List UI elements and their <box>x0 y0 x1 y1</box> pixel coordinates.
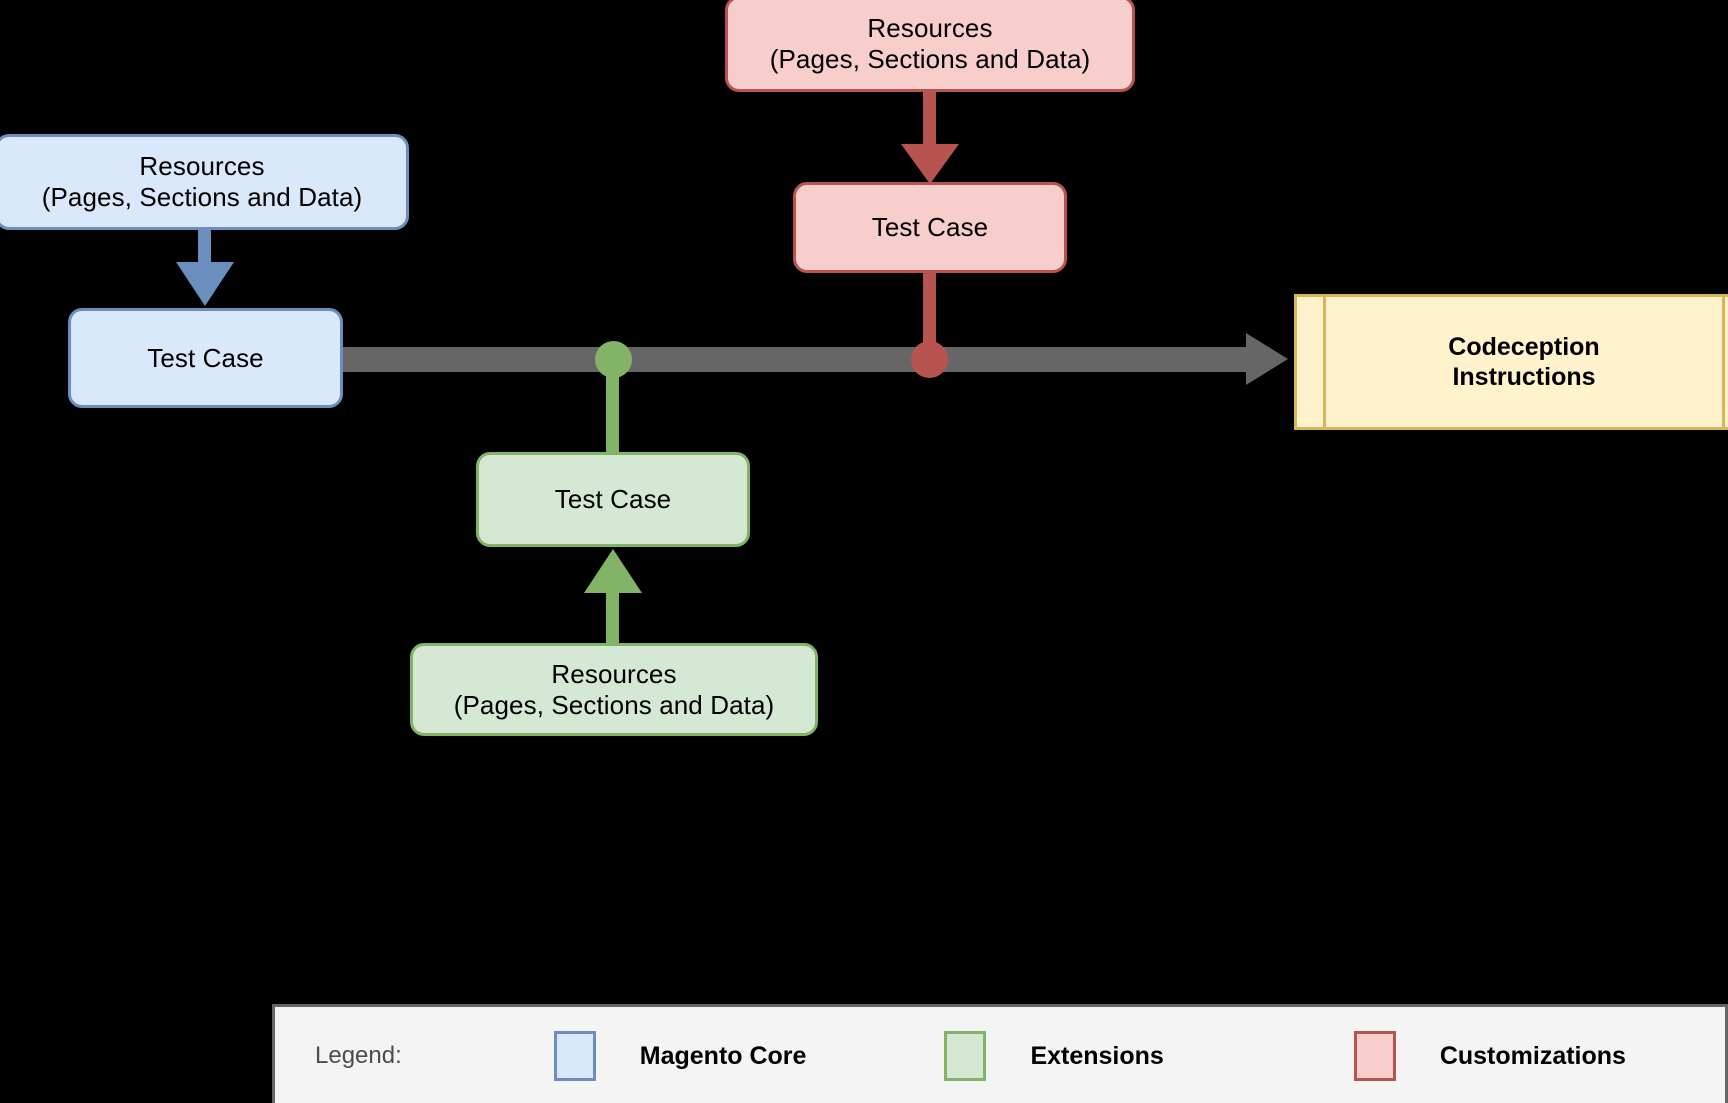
legend-label-magento-core: Magento Core <box>639 1041 807 1070</box>
arrowhead-custom-down <box>901 144 959 184</box>
legend-label-customizations: Customizations <box>1439 1041 1626 1070</box>
node-extensions-test-case[interactable]: Test Case <box>476 452 750 547</box>
node-extensions-resources[interactable]: Resources (Pages, Sections and Data) <box>410 643 818 736</box>
legend-swatch-customizations <box>1353 1031 1396 1081</box>
legend-item-extensions: Extensions <box>944 1031 1164 1081</box>
junction-dot-customizations <box>911 341 948 378</box>
node-customizations-test-case[interactable]: Test Case <box>793 182 1067 273</box>
node-core-resources-label: Resources (Pages, Sections and Data) <box>41 151 363 212</box>
node-customizations-test-case-label: Test Case <box>871 212 989 243</box>
arrowhead-ext-up <box>584 549 642 593</box>
junction-dot-extensions <box>595 341 632 378</box>
node-codeception-instructions[interactable]: Codeception Instructions <box>1294 294 1728 430</box>
legend-swatch-extensions <box>944 1031 987 1081</box>
legend-panel: Legend: Magento Core Extensions Customiz… <box>272 1004 1728 1103</box>
connector-ext-resources-to-testcase <box>606 590 619 645</box>
arrowhead-core-down <box>176 262 234 306</box>
main-flow-line <box>343 347 1246 372</box>
node-core-test-case[interactable]: Test Case <box>68 308 343 408</box>
legend-swatch-magento-core <box>553 1031 596 1081</box>
node-core-resources[interactable]: Resources (Pages, Sections and Data) <box>0 134 409 230</box>
legend-title: Legend: <box>315 1042 402 1069</box>
node-core-test-case-label: Test Case <box>147 342 264 373</box>
node-customizations-resources-label: Resources (Pages, Sections and Data) <box>769 13 1091 74</box>
node-extensions-test-case-label: Test Case <box>554 484 672 515</box>
legend-item-customizations: Customizations <box>1353 1031 1626 1081</box>
diagram-canvas: Resources (Pages, Sections and Data) Tes… <box>0 0 1728 1103</box>
legend-item-magento-core: Magento Core <box>553 1031 807 1081</box>
main-flow-arrowhead <box>1246 333 1288 385</box>
process-right-bar <box>1722 297 1725 427</box>
node-codeception-instructions-label: Codeception Instructions <box>1448 332 1600 392</box>
node-customizations-resources[interactable]: Resources (Pages, Sections and Data) <box>725 0 1135 92</box>
legend-label-extensions: Extensions <box>1030 1041 1164 1070</box>
process-left-bar <box>1323 297 1326 427</box>
node-extensions-resources-label: Resources (Pages, Sections and Data) <box>453 658 775 720</box>
